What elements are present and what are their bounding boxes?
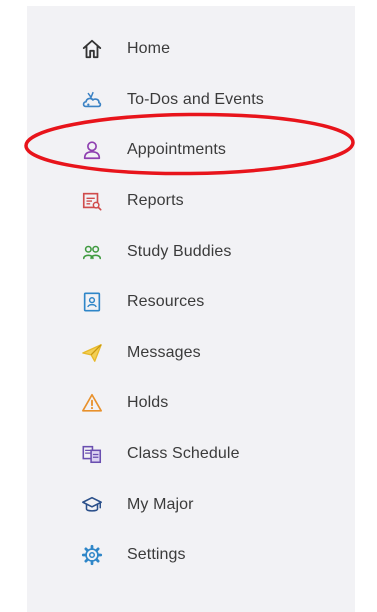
- schedule-icon: [79, 441, 105, 467]
- sidebar-item-label: Resources: [127, 293, 205, 311]
- sidebar-item-reports[interactable]: Reports: [79, 176, 369, 227]
- sidebar-item-label: My Major: [127, 495, 194, 513]
- sidebar-item-my-major[interactable]: My Major: [79, 479, 369, 530]
- sidebar-item-label: Reports: [127, 192, 184, 210]
- paper-plane-icon: [79, 340, 105, 366]
- people-icon: [79, 239, 105, 265]
- sidebar-item-holds[interactable]: Holds: [79, 378, 369, 429]
- sidebar-item-class-schedule[interactable]: Class Schedule: [79, 429, 369, 480]
- sidebar-item-label: Holds: [127, 394, 169, 412]
- sidebar-nav: Home To-Dos and Events Appointments Repo…: [79, 24, 369, 581]
- sidebar-item-appointments[interactable]: Appointments: [79, 125, 369, 176]
- sidebar-item-resources[interactable]: Resources: [79, 277, 369, 328]
- sidebar-item-home[interactable]: Home: [79, 24, 369, 75]
- report-icon: [79, 188, 105, 214]
- sidebar-item-label: Messages: [127, 343, 201, 361]
- calendar-cloud-icon: [79, 87, 105, 113]
- sidebar-item-settings[interactable]: Settings: [79, 530, 369, 581]
- person-icon: [79, 137, 105, 163]
- home-icon: [79, 36, 105, 62]
- sidebar-item-label: Home: [127, 40, 171, 58]
- sidebar-item-label: Appointments: [127, 141, 227, 159]
- sidebar-item-label: Study Buddies: [127, 242, 232, 260]
- sidebar-item-label: Settings: [127, 546, 186, 564]
- gear-icon: [79, 542, 105, 568]
- warning-icon: [79, 390, 105, 416]
- sidebar-item-messages[interactable]: Messages: [79, 328, 369, 379]
- sidebar-item-todos-and-events[interactable]: To-Dos and Events: [79, 75, 369, 126]
- sidebar-item-label: Class Schedule: [127, 445, 240, 463]
- sidebar-item-label: To-Dos and Events: [127, 90, 264, 108]
- contact-book-icon: [79, 289, 105, 315]
- sidebar-panel: Home To-Dos and Events Appointments Repo…: [27, 6, 355, 612]
- graduation-cap-icon: [79, 492, 105, 518]
- sidebar-item-study-buddies[interactable]: Study Buddies: [79, 226, 369, 277]
